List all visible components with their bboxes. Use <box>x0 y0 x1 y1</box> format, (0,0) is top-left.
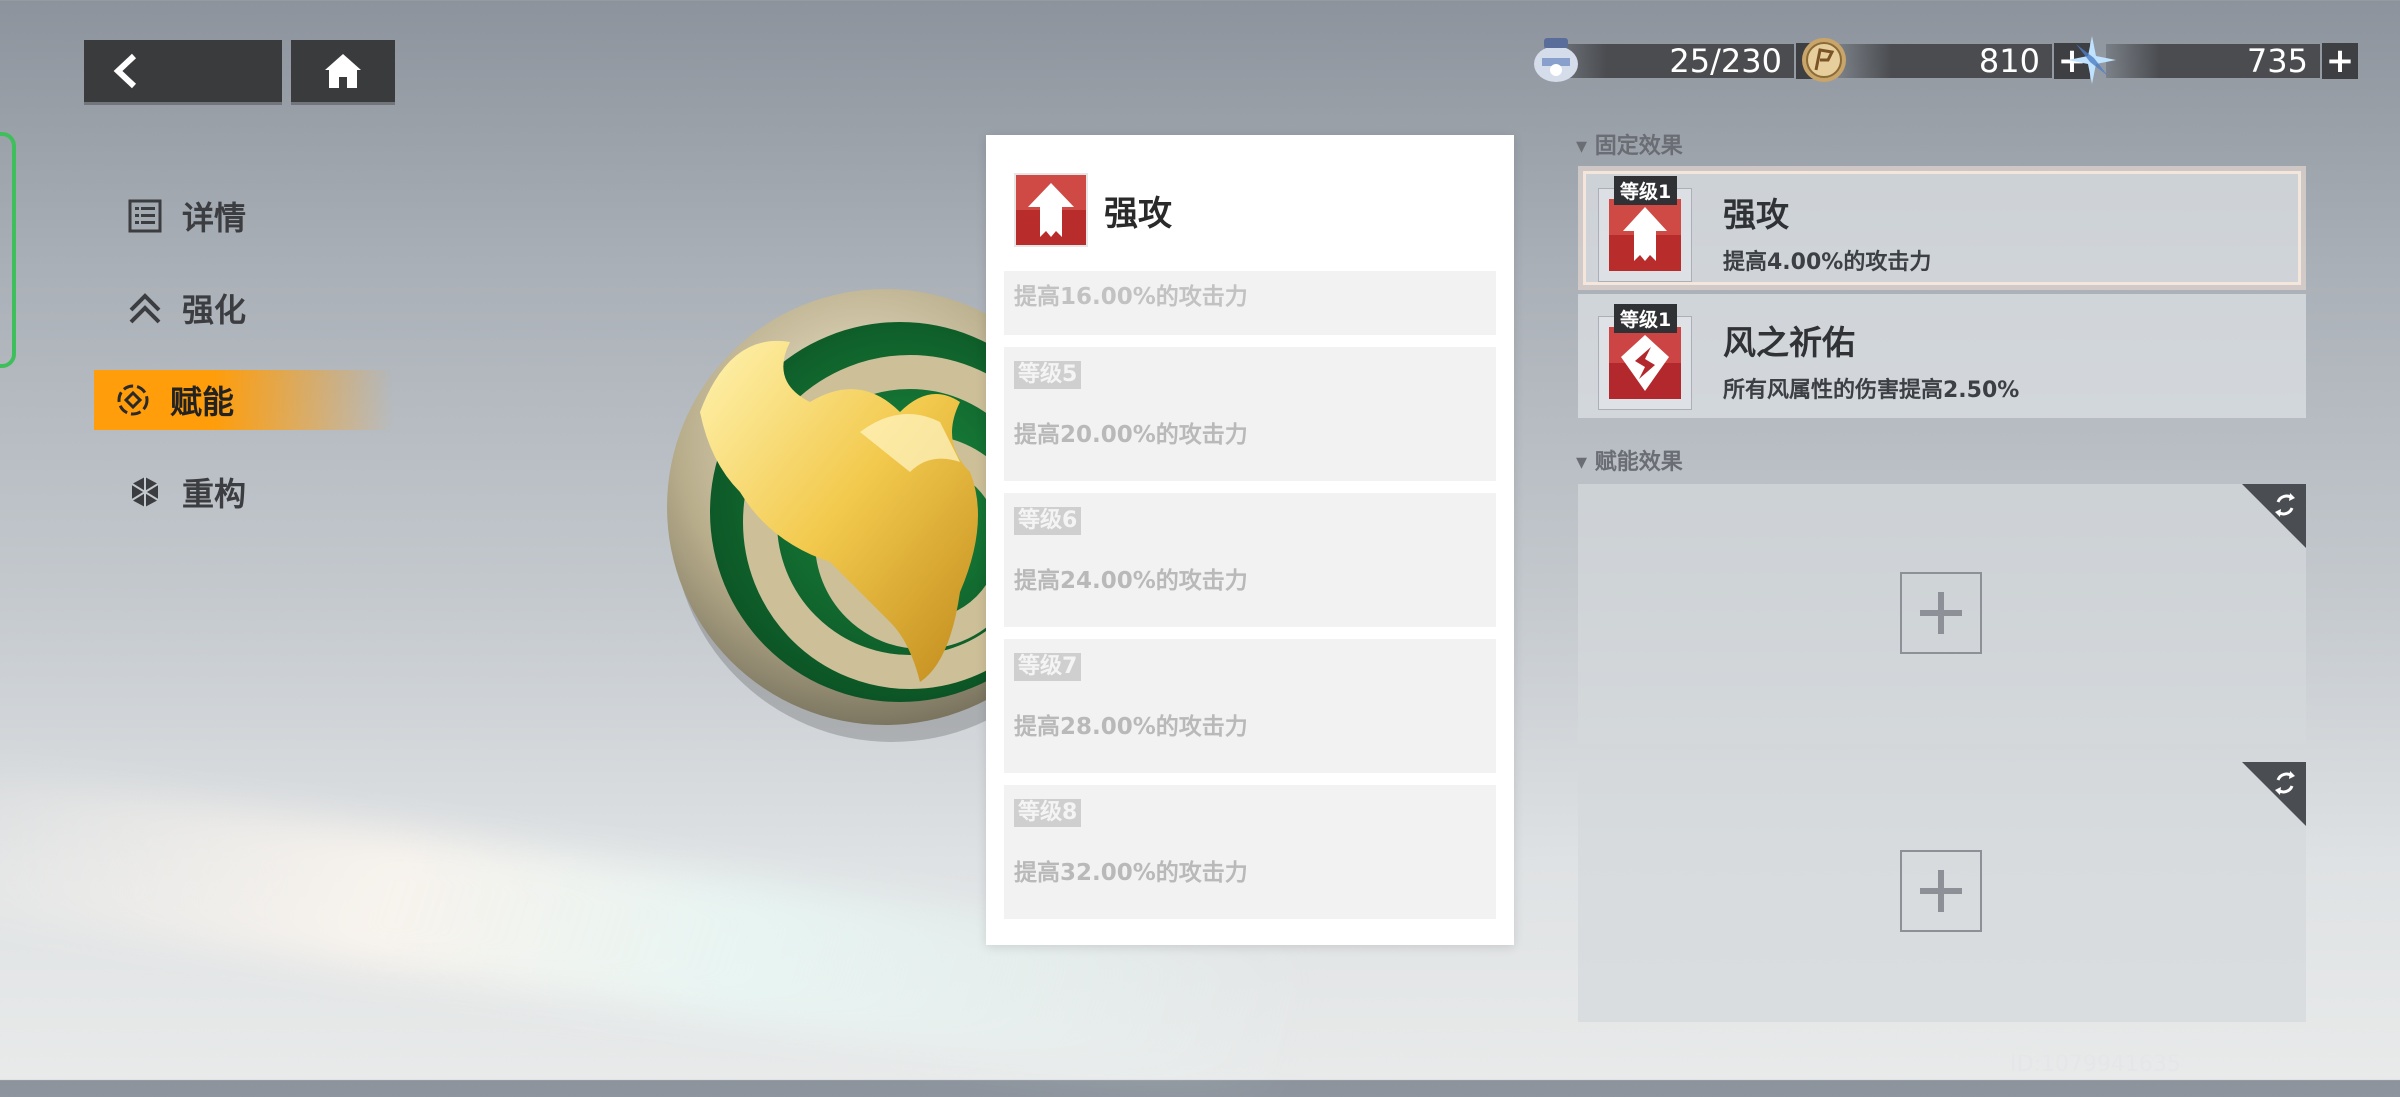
upgrade-chevron-icon <box>126 289 164 327</box>
level-row: 等级7 提高28.00%的攻击力 <box>1004 639 1496 773</box>
side-item-label: 重构 <box>182 475 247 513</box>
home-icon <box>325 54 361 88</box>
level-text: 提高20.00%的攻击力 <box>1014 422 1248 448</box>
level-row: 等级6 提高24.00%的攻击力 <box>1004 493 1496 627</box>
side-item-details[interactable]: 详情 <box>94 170 394 262</box>
coin-icon <box>1802 38 1846 82</box>
side-item-label: 详情 <box>182 199 247 237</box>
rebuild-icon <box>126 473 164 511</box>
crystal-icon <box>2068 36 2116 84</box>
level-row: 等级8 提高32.00%的攻击力 <box>1004 785 1496 919</box>
fixed-effect-wind-blessing[interactable]: 等级1 风之祈佑 所有风属性的伤害提高2.50% <box>1578 294 2306 418</box>
player-id-text: ID:1079941635 <box>2010 1052 2181 1077</box>
level-tag: 等级6 <box>1014 507 1082 535</box>
back-button[interactable] <box>84 40 282 102</box>
resource-stamina: 25/230 + <box>1530 38 1832 82</box>
add-icon <box>1920 870 1962 912</box>
add-icon <box>1920 592 1962 634</box>
level-text: 提高16.00%的攻击力 <box>1014 284 1248 310</box>
resource-value-bar: 735 <box>2106 42 2320 80</box>
crystal-value: 735 <box>2246 42 2308 80</box>
effect-name: 风之祈佑 <box>1723 323 1855 362</box>
assault-skill-icon <box>1014 173 1088 247</box>
detail-title: 强攻 <box>1104 193 1172 234</box>
side-item-upgrade[interactable]: 强化 <box>94 262 394 354</box>
side-item-label: 强化 <box>182 291 247 329</box>
swap-icon[interactable] <box>2270 768 2300 798</box>
level-tag: 等级8 <box>1014 799 1082 827</box>
resource-crystal: 735 + <box>2066 36 2358 84</box>
swap-icon[interactable] <box>2270 490 2300 520</box>
level-row: 等级5 提高20.00%的攻击力 <box>1004 347 1496 481</box>
stamina-value: 25/230 <box>1669 42 1782 80</box>
back-arrow-icon <box>113 53 137 89</box>
left-edge-accent <box>0 132 16 368</box>
stamina-icon <box>1534 38 1578 82</box>
details-list-icon <box>126 197 164 235</box>
side-item-label: 赋能 <box>170 383 235 421</box>
wind-blessing-icon <box>1609 327 1681 399</box>
empower-effects-label: ▾ 赋能效果 <box>1576 450 1683 475</box>
empower-icon <box>114 381 152 419</box>
fixed-effects-label: ▾ 固定效果 <box>1576 134 1683 159</box>
gold-value: 810 <box>1978 42 2040 80</box>
effect-description: 提高4.00%的攻击力 <box>1723 250 1932 275</box>
add-crystal-button[interactable]: + <box>2322 41 2358 81</box>
empower-slot-1[interactable] <box>1578 484 2306 744</box>
empower-slot-2[interactable] <box>1578 762 2306 1022</box>
assault-skill-icon <box>1609 199 1681 271</box>
fixed-effect-assault[interactable]: 等级1 强攻 提高4.00%的攻击力 <box>1578 166 2306 290</box>
home-button[interactable] <box>291 40 395 102</box>
level-row-partial: 提高16.00%的攻击力 <box>1004 271 1496 335</box>
effect-level-badge: 等级1 <box>1614 176 1678 205</box>
side-item-rebuild[interactable]: 重构 <box>94 446 394 538</box>
level-list[interactable]: 提高16.00%的攻击力 等级5 提高20.00%的攻击力 等级6 提高24.0… <box>1004 271 1496 931</box>
level-tag: 等级5 <box>1014 361 1082 389</box>
level-text: 提高32.00%的攻击力 <box>1014 860 1248 886</box>
resource-gold: 810 + <box>1798 38 2090 82</box>
resource-value-bar: 810 <box>1838 42 2052 80</box>
level-tag: 等级7 <box>1014 653 1082 681</box>
empower-detail-panel: 强攻 提高16.00%的攻击力 等级5 提高20.00%的攻击力 等级6 提高2… <box>986 135 1514 945</box>
side-menu: 详情 强化 赋能 重构 <box>94 170 394 538</box>
effect-name: 强攻 <box>1723 195 1789 234</box>
effect-level-badge: 等级1 <box>1614 304 1678 333</box>
level-text: 提高24.00%的攻击力 <box>1014 568 1248 594</box>
level-text: 提高28.00%的攻击力 <box>1014 714 1248 740</box>
add-effect-button[interactable] <box>1900 572 1982 654</box>
add-effect-button[interactable] <box>1900 850 1982 932</box>
effect-description: 所有风属性的伤害提高2.50% <box>1723 378 2020 403</box>
detail-header: 强攻 <box>1014 173 1172 247</box>
side-item-empower[interactable]: 赋能 <box>94 370 394 430</box>
